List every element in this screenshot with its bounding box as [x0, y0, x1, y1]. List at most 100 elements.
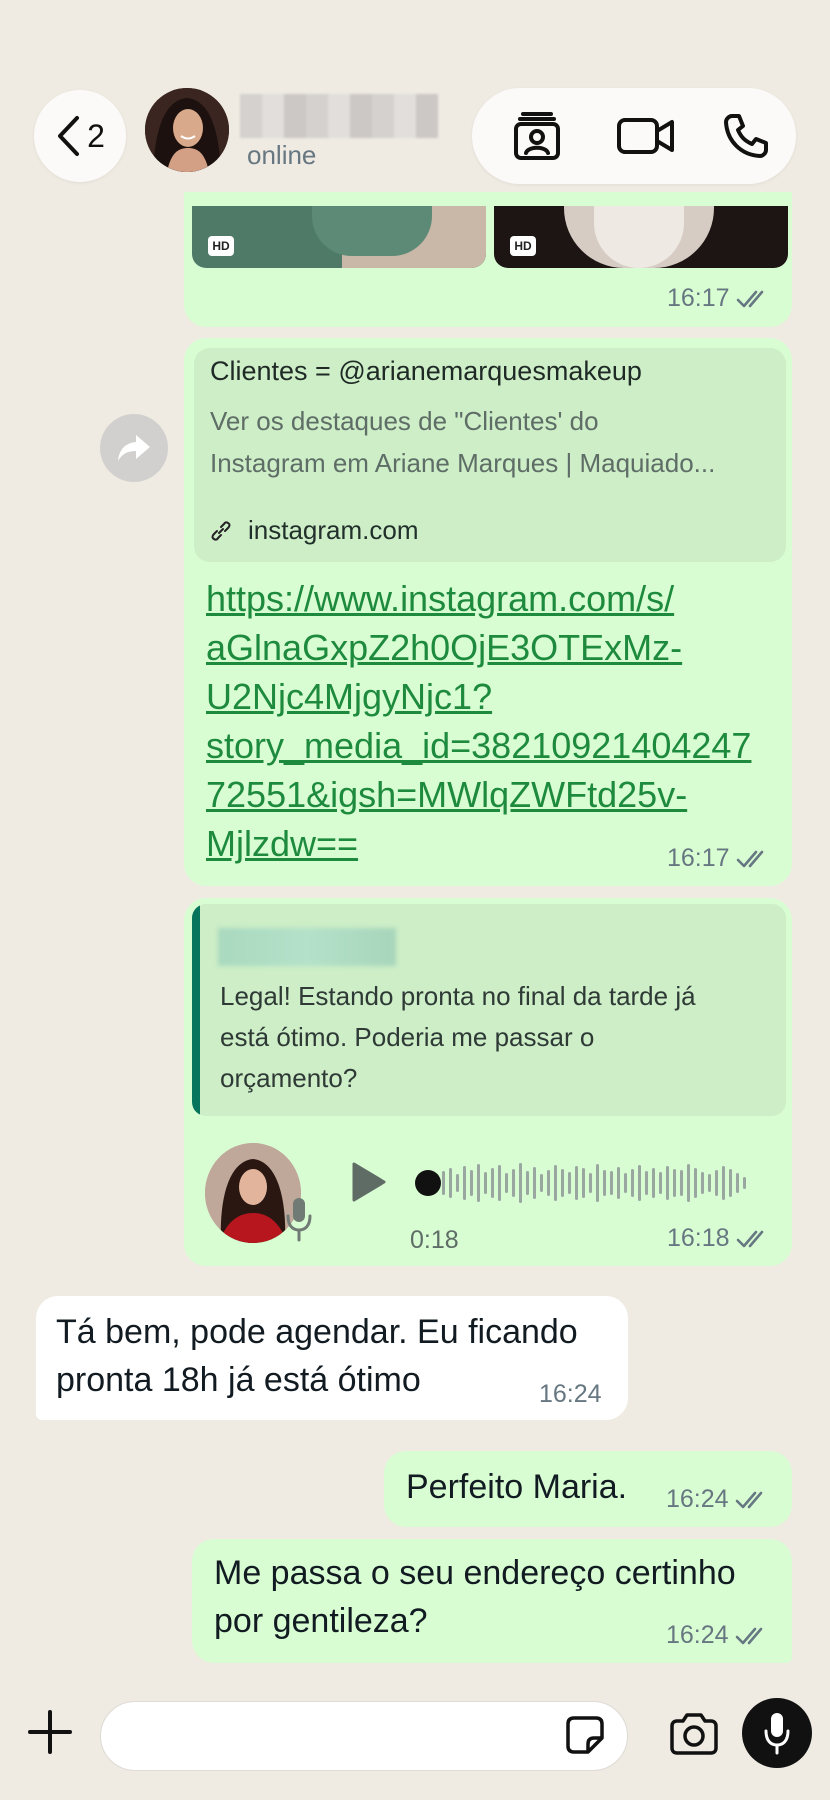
voice-call-button[interactable] [704, 88, 788, 184]
photo-thumbnail-1[interactable]: HD [192, 206, 486, 268]
contact-name-redacted[interactable] [240, 94, 438, 138]
header-actions [472, 88, 796, 184]
back-chevron-icon [58, 116, 80, 156]
waveform-bar [617, 1167, 620, 1199]
outgoing-message-text: Me passa o seu endereço certinho por gen… [214, 1554, 736, 1640]
waveform-bar [610, 1171, 613, 1195]
message-time: 16:24 [666, 1485, 769, 1514]
back-button[interactable]: 2 [34, 90, 126, 182]
voice-waveform[interactable] [440, 1160, 760, 1206]
waveform-bar [449, 1168, 452, 1198]
preview-domain: instagram.com [210, 515, 419, 546]
waveform-bar [694, 1168, 697, 1198]
waveform-bar [666, 1166, 669, 1200]
waveform-bar [540, 1174, 543, 1192]
forward-icon [118, 435, 150, 461]
waveform-bar [631, 1169, 634, 1197]
waveform-bar [687, 1164, 690, 1202]
message-time: 16:18 [667, 1224, 770, 1253]
contact-card-icon [514, 112, 560, 160]
waveform-bar [659, 1172, 662, 1194]
preview-title: Clientes = @arianemarquesmakeup [210, 356, 642, 386]
quoted-author-redacted [218, 928, 396, 966]
waveform-bar [589, 1173, 592, 1193]
waveform-bar [603, 1170, 606, 1196]
phone-icon [724, 114, 768, 158]
waveform-bar [652, 1168, 655, 1198]
waveform-bar [442, 1171, 445, 1195]
outgoing-message-text: Perfeito Maria. [406, 1468, 628, 1506]
message-time: 16:17 [667, 284, 770, 313]
waveform-bar [575, 1166, 578, 1200]
waveform-bar [736, 1173, 739, 1193]
incoming-message-text: Tá bem, pode agendar. Eu ficando pronta … [56, 1313, 578, 1399]
hd-badge: HD [510, 236, 536, 256]
waveform-bar [715, 1170, 718, 1196]
contact-status: online [247, 140, 317, 170]
waveform-bar [708, 1174, 711, 1192]
contact-avatar[interactable] [145, 88, 229, 172]
quote-accent-bar [192, 904, 200, 1116]
waveform-bar [673, 1169, 676, 1197]
video-call-button[interactable] [596, 88, 696, 184]
camera-icon[interactable] [668, 1712, 720, 1756]
waveform-bar [512, 1169, 515, 1197]
read-ticks-icon [735, 1627, 762, 1644]
message-time: 16:24 [666, 1621, 769, 1650]
message-time: 16:17 [667, 844, 770, 873]
photo-message-bubble[interactable]: HD HD 16:17 [184, 192, 792, 327]
waveform-bar [638, 1165, 641, 1201]
waveform-bar [743, 1177, 746, 1189]
waveform-bar [554, 1165, 557, 1201]
waveform-bar [729, 1169, 732, 1197]
waveform-bar [484, 1172, 487, 1194]
waveform-bar [463, 1166, 466, 1200]
waveform-bar [547, 1170, 550, 1196]
waveform-bar [519, 1163, 522, 1203]
link-icon [211, 520, 231, 541]
voice-record-button[interactable] [742, 1698, 812, 1768]
waveform-bar [624, 1173, 627, 1193]
waveform-bar [526, 1171, 529, 1195]
waveform-bar [498, 1165, 501, 1201]
forward-button[interactable] [100, 414, 168, 482]
waveform-bar [533, 1167, 536, 1199]
waveform-bar [701, 1172, 704, 1194]
waveform-bar [568, 1172, 571, 1194]
waveform-bar [505, 1173, 508, 1193]
waveform-bar [456, 1174, 459, 1192]
outgoing-message-bubble[interactable]: Me passa o seu endereço certinho por gen… [192, 1539, 792, 1663]
message-time: 16:24 [539, 1380, 602, 1408]
waveform-bar [491, 1168, 494, 1198]
sticker-icon[interactable] [564, 1714, 606, 1756]
plus-icon[interactable] [26, 1708, 74, 1756]
incoming-message-bubble[interactable]: Tá bem, pode agendar. Eu ficando pronta … [36, 1296, 628, 1420]
read-ticks-icon [736, 290, 763, 307]
mic-icon [286, 1198, 312, 1242]
waveform-bar [645, 1171, 648, 1195]
message-input[interactable] [100, 1701, 628, 1771]
read-ticks-icon [735, 1491, 762, 1508]
quoted-message[interactable]: Legal! Estando pronta no final da tarde … [192, 904, 786, 1116]
voice-duration: 0:18 [410, 1226, 459, 1254]
contact-card-button[interactable] [492, 88, 582, 184]
outgoing-message-bubble[interactable]: Perfeito Maria. 16:24 [384, 1451, 792, 1527]
waveform-bar [561, 1169, 564, 1197]
instagram-link[interactable]: https://www.instagram.com/s/ aGlnaGxpZ2h… [206, 574, 766, 868]
read-ticks-icon [736, 850, 763, 867]
unread-count: 2 [87, 117, 105, 154]
voice-progress-knob[interactable] [415, 1170, 441, 1196]
video-call-icon [617, 118, 674, 154]
waveform-bar [680, 1170, 683, 1196]
photo-thumbnail-2[interactable]: HD [494, 206, 788, 268]
mic-icon [764, 1713, 790, 1755]
waveform-bar [470, 1170, 473, 1196]
play-icon[interactable] [350, 1160, 388, 1204]
waveform-bar [596, 1164, 599, 1202]
preview-description: Ver os destaques de "Clientes' do Instag… [210, 406, 716, 478]
hd-badge: HD [208, 236, 234, 256]
read-ticks-icon [736, 1230, 763, 1247]
waveform-bar [477, 1164, 480, 1202]
waveform-bar [722, 1166, 725, 1200]
waveform-bar [582, 1168, 585, 1198]
